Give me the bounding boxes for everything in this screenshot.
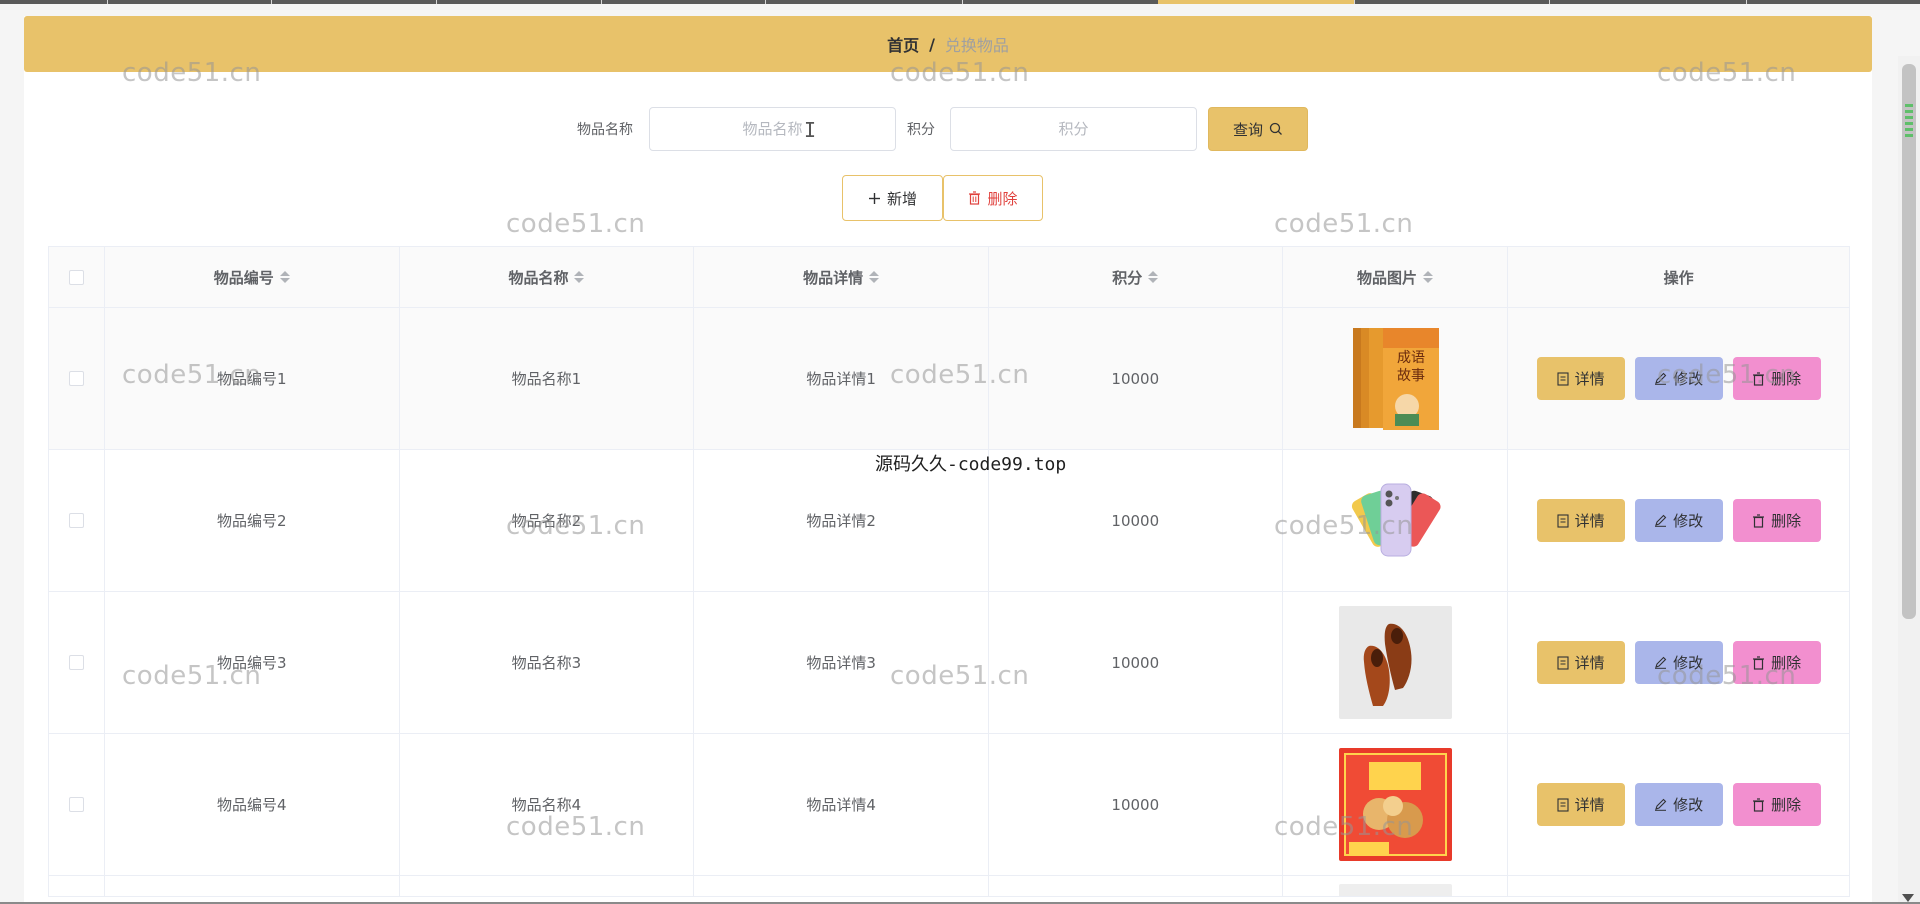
cell-points: 10000	[989, 308, 1283, 449]
cell-points: 10000	[989, 734, 1283, 875]
row-checkbox[interactable]	[68, 655, 84, 670]
sort-icon[interactable]	[869, 271, 880, 283]
cell-code: 物品编号4	[105, 734, 400, 875]
cell-code: 物品编号1	[105, 308, 400, 449]
breadcrumb-current: 兑换物品	[944, 36, 1009, 55]
delete-button[interactable]: 删除	[1732, 783, 1821, 826]
detail-button[interactable]: 详情	[1536, 783, 1625, 826]
sort-icon[interactable]	[1148, 271, 1159, 283]
points-input-wrap[interactable]	[950, 107, 1197, 151]
trash-icon	[1753, 513, 1765, 528]
breadcrumb-separator: /	[929, 34, 935, 54]
header-image[interactable]: 物品图片	[1283, 247, 1509, 307]
delete-button[interactable]: 删除	[1732, 499, 1821, 542]
batch-delete-button[interactable]: 删除	[943, 175, 1043, 221]
header-code[interactable]: 物品编号	[105, 247, 400, 307]
item-image-partial	[1338, 884, 1452, 896]
trash-icon	[1753, 655, 1765, 670]
document-icon	[1557, 797, 1569, 812]
phone-image	[1351, 483, 1441, 557]
detail-button[interactable]: 详情	[1536, 499, 1625, 542]
search-form: 物品名称 I 积分 查询	[0, 107, 1920, 151]
name-label: 物品名称	[577, 122, 633, 138]
svg-text:成语: 成语	[1397, 350, 1425, 366]
points-label: 积分	[907, 122, 935, 138]
header-points[interactable]: 积分	[989, 247, 1283, 307]
cell-code: 物品编号2	[105, 450, 400, 591]
cell-detail: 物品详情3	[694, 592, 989, 733]
text-cursor-icon: I	[804, 118, 817, 142]
shoes-image	[1338, 606, 1452, 719]
delete-button[interactable]: 删除	[1732, 357, 1821, 400]
cell-detail: 物品详情4	[694, 734, 989, 875]
row-checkbox[interactable]	[68, 513, 84, 528]
trash-icon	[1753, 797, 1765, 812]
detail-button[interactable]: 详情	[1536, 357, 1625, 400]
book-image: 成语 故事	[1352, 328, 1439, 430]
svg-text:故事: 故事	[1397, 368, 1425, 384]
name-input[interactable]	[650, 120, 895, 138]
sort-icon[interactable]	[279, 271, 290, 283]
detail-button[interactable]: 详情	[1536, 641, 1625, 684]
pencil-icon	[1655, 656, 1667, 669]
center-overlay-text: 源码久久-code99.top	[875, 454, 1067, 475]
cell-name: 物品名称2	[400, 450, 695, 591]
cell-name: 物品名称4	[400, 734, 695, 875]
document-icon	[1557, 655, 1569, 670]
sort-icon[interactable]	[1423, 271, 1433, 283]
select-all-checkbox[interactable]	[68, 269, 84, 285]
pencil-icon	[1655, 514, 1667, 527]
scrollbar-thumb[interactable]	[1902, 64, 1916, 619]
header-detail[interactable]: 物品详情	[694, 247, 989, 307]
scroll-down-arrow-icon[interactable]	[1902, 894, 1914, 902]
top-nav-strip	[0, 0, 1920, 4]
table-row: 物品编号3 物品名称3 物品详情3 10000 详情 修改 删除	[49, 592, 1849, 734]
edit-button[interactable]: 修改	[1634, 783, 1723, 826]
cell-name: 物品名称1	[400, 308, 695, 449]
document-icon	[1557, 513, 1569, 528]
table-row: 物品编号1 物品名称1 物品详情1 10000 成语 故事 详情 修改 删除	[49, 308, 1849, 450]
trash-icon	[1753, 371, 1765, 386]
header-actions: 操作	[1663, 268, 1694, 287]
pencil-icon	[1655, 372, 1667, 385]
points-input[interactable]	[951, 120, 1196, 138]
query-button[interactable]: 查询	[1208, 107, 1308, 151]
sort-icon[interactable]	[574, 271, 585, 283]
edit-button[interactable]: 修改	[1634, 357, 1723, 400]
table-header: 物品编号 物品名称 物品详情 积分 物品图片 操作	[49, 247, 1849, 308]
cell-detail: 物品详情1	[694, 308, 989, 449]
document-icon	[1557, 371, 1569, 386]
pencil-icon	[1655, 798, 1667, 811]
table-row: 物品编号4 物品名称4 物品详情4 10000 详情 修改 删除	[49, 734, 1849, 876]
name-input-wrap[interactable]	[649, 107, 896, 151]
items-table: 物品编号 物品名称 物品详情 积分 物品图片 操作 物品编号1 物品名称1 物品…	[48, 246, 1850, 897]
breadcrumb: 首页 / 兑换物品	[24, 16, 1872, 72]
trash-icon	[969, 191, 981, 205]
cell-code: 物品编号3	[105, 592, 400, 733]
plus-icon	[868, 192, 880, 204]
cell-name: 物品名称3	[400, 592, 695, 733]
header-name[interactable]: 物品名称	[400, 247, 695, 307]
breadcrumb-home[interactable]: 首页	[887, 32, 919, 56]
edit-button[interactable]: 修改	[1634, 499, 1723, 542]
snack-box-image	[1338, 748, 1452, 861]
add-button[interactable]: 新增	[842, 175, 943, 221]
row-checkbox[interactable]	[68, 797, 84, 812]
query-button-label: 查询	[1232, 120, 1263, 139]
add-button-label: 新增	[886, 189, 917, 208]
batch-delete-label: 删除	[987, 189, 1018, 208]
table-row	[49, 876, 1849, 896]
delete-button[interactable]: 删除	[1732, 641, 1821, 684]
cell-points: 10000	[989, 592, 1283, 733]
row-checkbox[interactable]	[68, 371, 84, 386]
edit-button[interactable]: 修改	[1634, 641, 1723, 684]
vertical-scrollbar[interactable]	[1898, 56, 1920, 904]
search-icon	[1269, 122, 1282, 135]
